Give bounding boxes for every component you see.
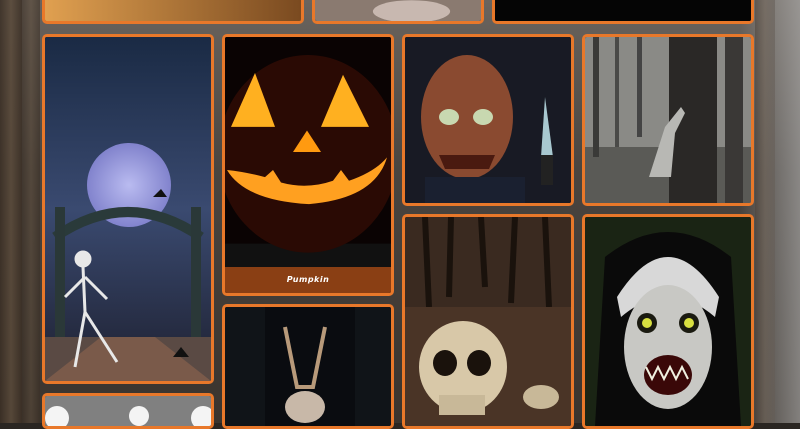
gallery-card-hand-on-tree[interactable] [582,34,754,206]
skull-forest-image [405,217,571,426]
gallery-card-masked-man[interactable] [402,34,574,206]
gallery-grid: Pumpkin [0,0,800,429]
zombie-hand-image [585,37,751,203]
gallery-card-top-left[interactable] [42,0,304,24]
masked-man-image [405,37,571,203]
gallery-card-top-middle[interactable] [312,0,484,24]
card-caption: Pumpkin [225,267,391,293]
gallery-card-top-right[interactable] [492,0,754,24]
deer-skull-image [225,307,391,426]
halloween-photo [45,0,301,21]
dark-photo [495,0,751,21]
gallery-card-deer-skull[interactable] [222,304,394,429]
white-skulls-image [45,396,211,426]
jack-o-lantern-image [225,37,391,253]
evil-nun-image [585,217,751,426]
gallery-card-pumpkin[interactable]: Pumpkin [222,34,394,296]
gallery-card-skull-forest[interactable] [402,214,574,429]
gallery-card-evil-nun[interactable] [582,214,754,429]
gallery-card-skeleton-bridge[interactable] [42,34,214,384]
gallery-card-bottom-left[interactable] [42,393,214,429]
halloween-photo [315,0,481,21]
skeleton-bridge-image [45,37,211,381]
